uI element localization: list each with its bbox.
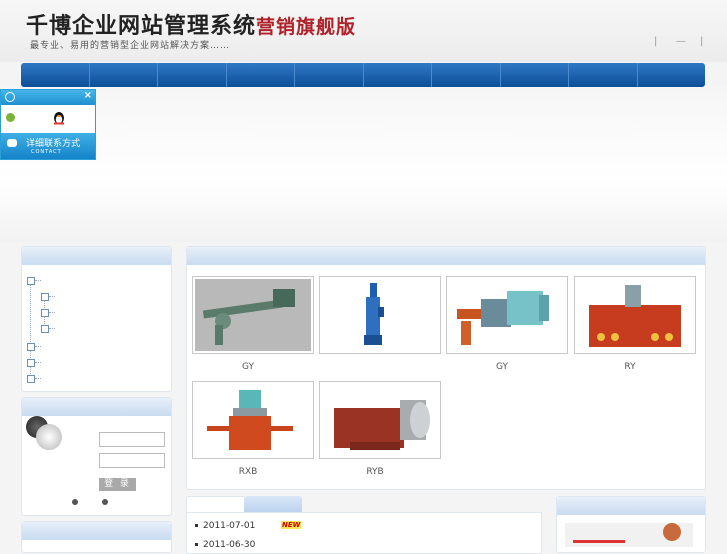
- tree-node[interactable]: [41, 325, 49, 333]
- user-avatar-icon: [36, 424, 62, 450]
- contact-panel-header: [557, 497, 705, 515]
- person-icon: [5, 92, 15, 102]
- qq-penguin-icon[interactable]: [53, 110, 65, 125]
- product-image: [457, 291, 549, 345]
- radio-option[interactable]: [102, 499, 108, 505]
- category-panel-header: [22, 247, 171, 265]
- nav-item[interactable]: [158, 63, 227, 87]
- wangwang-icon[interactable]: [6, 113, 15, 122]
- nav-item[interactable]: [364, 63, 432, 87]
- nav-item[interactable]: [432, 63, 501, 87]
- qq-widget-body: [1, 105, 95, 133]
- tab-news[interactable]: [186, 496, 246, 513]
- product-image: [364, 283, 384, 345]
- bullet: [195, 524, 198, 527]
- tree-line: [49, 312, 55, 313]
- nav-item[interactable]: [295, 63, 364, 87]
- service-agent-icon: [663, 523, 681, 541]
- list-item[interactable]: 2011-07-01 NEW: [195, 521, 302, 531]
- site-header: 千博企业网站管理系统营销旗舰版 最专业、易用的营销型企业网站解决方案…… | —…: [0, 0, 727, 62]
- contact-details-button[interactable]: 详细联系方式 CONTACT: [1, 133, 95, 159]
- news-list: 2011-07-01 NEW 2011-06-30: [186, 512, 542, 554]
- brand-name: 千博企业网站管理系统: [26, 13, 257, 39]
- tree-node[interactable]: [27, 343, 35, 351]
- left-panel-3: [21, 521, 172, 553]
- tree-line: [49, 328, 55, 329]
- product-image: [195, 279, 311, 351]
- password-input[interactable]: [99, 453, 165, 468]
- product-card[interactable]: [192, 381, 314, 459]
- login-panel-header: [22, 398, 171, 416]
- chat-bubble-icon: [7, 139, 17, 147]
- product-card[interactable]: [446, 276, 568, 354]
- tree-node[interactable]: [27, 277, 35, 285]
- header-divider: |: [700, 36, 704, 47]
- login-panel: 登 录: [21, 397, 172, 516]
- news-date: 2011-06-30: [203, 540, 256, 550]
- product-name[interactable]: GY: [441, 362, 563, 372]
- tree-line: [35, 280, 41, 281]
- nav-item[interactable]: [90, 63, 158, 87]
- tree-line: [35, 378, 41, 379]
- nav-item[interactable]: [227, 63, 295, 87]
- tab-other[interactable]: [244, 496, 302, 512]
- tree-node[interactable]: [41, 293, 49, 301]
- products-panel-header: [187, 247, 705, 265]
- contact-banner-line: [573, 540, 625, 543]
- tree-node[interactable]: [41, 309, 49, 317]
- product-image: [589, 285, 681, 347]
- nav-item[interactable]: [21, 63, 90, 87]
- header-divider: |: [654, 36, 658, 47]
- qq-service-widget: × 详细联系方式 CONTACT: [0, 89, 96, 160]
- contact-panel: [556, 496, 706, 553]
- product-card[interactable]: [192, 276, 314, 354]
- site-logo[interactable]: 千博企业网站管理系统营销旗舰版: [26, 8, 356, 40]
- username-input[interactable]: [99, 432, 165, 447]
- banner: [0, 87, 727, 242]
- product-image: [207, 390, 293, 450]
- contact-sublabel: CONTACT: [31, 149, 62, 155]
- tree-node[interactable]: [27, 375, 35, 383]
- tree-node[interactable]: [27, 359, 35, 367]
- radio-option[interactable]: [72, 499, 78, 505]
- tree-line: [49, 296, 55, 297]
- header-link[interactable]: —: [676, 36, 686, 47]
- contact-banner: [565, 523, 693, 547]
- qq-widget-header: ×: [1, 90, 95, 105]
- site-slogan: 最专业、易用的营销型企业网站解决方案……: [30, 41, 231, 51]
- list-item[interactable]: 2011-06-30: [195, 540, 255, 550]
- product-name[interactable]: GY: [187, 362, 309, 372]
- category-tree: [23, 268, 170, 388]
- tree-line: [35, 346, 41, 347]
- brand-edition: 营销旗舰版: [256, 16, 357, 38]
- tree-line: [35, 362, 41, 363]
- panel-header: [22, 522, 171, 540]
- nav-item[interactable]: [501, 63, 569, 87]
- new-badge: NEW: [281, 521, 302, 529]
- news-date: 2011-07-01: [203, 521, 256, 531]
- product-name[interactable]: RXB: [187, 467, 309, 477]
- product-name[interactable]: RYB: [314, 467, 436, 477]
- product-card[interactable]: [574, 276, 696, 354]
- main-nav: [21, 63, 705, 87]
- product-name[interactable]: RY: [569, 362, 691, 372]
- close-icon[interactable]: ×: [84, 90, 92, 101]
- contact-label: 详细联系方式: [26, 139, 81, 149]
- nav-item[interactable]: [569, 63, 638, 87]
- product-image: [334, 400, 430, 450]
- login-button[interactable]: 登 录: [99, 478, 136, 491]
- product-card[interactable]: [319, 276, 441, 354]
- product-card[interactable]: [319, 381, 441, 459]
- nav-item[interactable]: [638, 63, 706, 87]
